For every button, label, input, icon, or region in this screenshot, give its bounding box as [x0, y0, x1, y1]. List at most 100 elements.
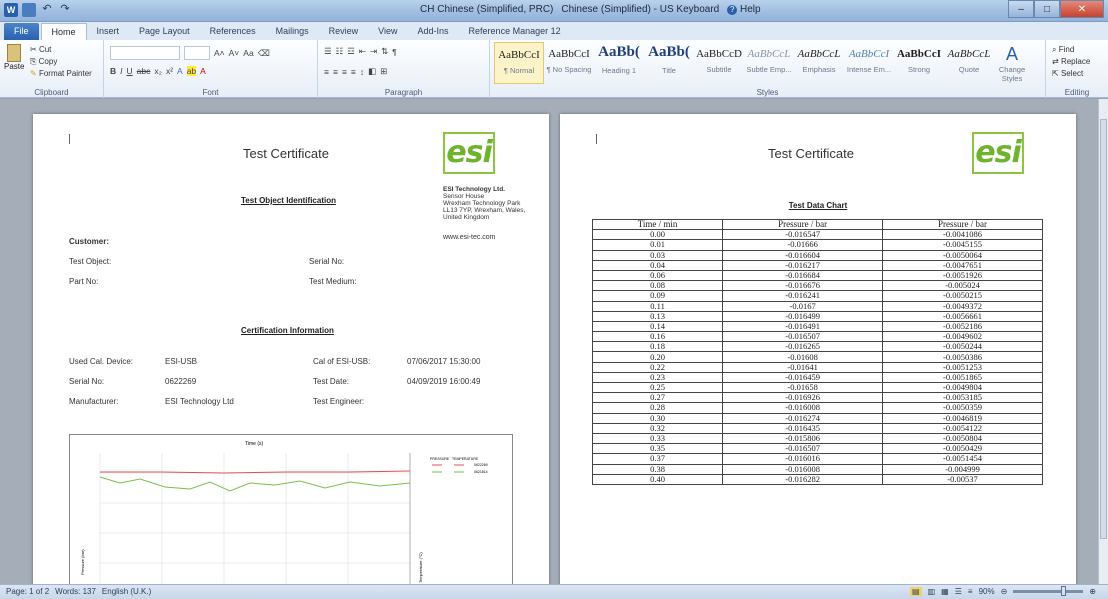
- font-color-icon[interactable]: A: [200, 66, 206, 76]
- underline-icon[interactable]: U: [127, 66, 133, 76]
- tab-add-ins[interactable]: Add-Ins: [408, 23, 459, 40]
- word-app-icon[interactable]: W: [4, 3, 18, 17]
- draft-icon[interactable]: ≡: [968, 587, 973, 596]
- sort-icon[interactable]: ⇅: [381, 46, 388, 57]
- paste-button[interactable]: Paste: [4, 44, 24, 78]
- superscript-icon[interactable]: x²: [166, 66, 173, 76]
- increase-indent-icon[interactable]: ⇥: [370, 46, 377, 57]
- align-right-icon[interactable]: ≡: [342, 67, 347, 77]
- shading-icon[interactable]: ◧: [368, 66, 376, 77]
- style-emphasis[interactable]: AaBbCcL Emphasis: [794, 42, 844, 84]
- table-cell: 0.13: [591, 310, 724, 322]
- tab-insert[interactable]: Insert: [87, 23, 130, 40]
- strikethrough-icon[interactable]: abc: [137, 66, 151, 76]
- tab-reference-manager[interactable]: Reference Manager 12: [459, 23, 571, 40]
- style-intense-emphasis[interactable]: AaBbCcI Intense Em...: [844, 42, 894, 84]
- save-icon[interactable]: [22, 3, 36, 17]
- document-area[interactable]: Test Certificate esi ESI Technology Ltd.…: [0, 99, 1098, 584]
- manufacturer-label: Manufacturer:: [69, 397, 119, 406]
- zoom-slider-knob[interactable]: [1061, 586, 1067, 596]
- format-painter-button[interactable]: ✎ Format Painter: [30, 68, 92, 80]
- minimize-button[interactable]: –: [1008, 0, 1034, 18]
- tab-file[interactable]: File: [4, 23, 39, 40]
- page-count[interactable]: Page: 1 of 2: [6, 587, 49, 596]
- brush-icon: ✎: [30, 69, 37, 78]
- style-heading-1[interactable]: AaBb(Heading 1: [594, 42, 644, 84]
- series-line-0621814: [99, 476, 411, 492]
- align-center-icon[interactable]: ≡: [333, 67, 338, 77]
- bullets-icon[interactable]: ☰: [324, 46, 332, 57]
- ime-language[interactable]: CH Chinese (Simplified, PRC): [420, 4, 553, 15]
- decrease-indent-icon[interactable]: ⇤: [359, 46, 366, 57]
- style-subtitle[interactable]: AaBbCcD Subtitle: [694, 42, 744, 84]
- table-cell: -0.0045155: [882, 239, 1043, 251]
- ime-keyboard[interactable]: Chinese (Simplified) - US Keyboard: [561, 4, 719, 15]
- change-case-icon[interactable]: Aa: [243, 48, 253, 58]
- close-button[interactable]: ✕: [1060, 0, 1104, 18]
- align-left-icon[interactable]: ≡: [324, 67, 329, 77]
- tab-references[interactable]: References: [200, 23, 266, 40]
- font-name-combo[interactable]: [110, 46, 180, 60]
- line-spacing-icon[interactable]: ↕: [360, 67, 364, 77]
- tab-home[interactable]: Home: [40, 23, 87, 40]
- tab-page-layout[interactable]: Page Layout: [129, 23, 200, 40]
- grow-font-icon[interactable]: A˄: [214, 48, 225, 58]
- replace-button[interactable]: ⇄ Replace: [1052, 56, 1090, 68]
- page-1[interactable]: Test Certificate esi ESI Technology Ltd.…: [33, 114, 549, 584]
- zoom-level[interactable]: 90%: [979, 587, 995, 596]
- font-size-combo[interactable]: [184, 46, 210, 60]
- cut-button[interactable]: ✂ Cut: [30, 44, 92, 56]
- find-button[interactable]: ⌕ Find: [1052, 44, 1090, 56]
- numbering-icon[interactable]: ☷: [336, 46, 344, 57]
- outline-icon[interactable]: ☰: [955, 587, 962, 596]
- multilevel-icon[interactable]: ☲: [347, 46, 355, 57]
- italic-icon[interactable]: I: [120, 66, 122, 76]
- style-no-spacing[interactable]: AaBbCcI ¶ No Spacing: [544, 42, 594, 84]
- pilcrow-icon[interactable]: ¶: [392, 47, 397, 57]
- bold-icon[interactable]: B: [110, 66, 116, 76]
- vertical-scrollbar[interactable]: [1098, 99, 1108, 584]
- maximize-button[interactable]: □: [1034, 0, 1060, 18]
- style-title[interactable]: AaBb(Title: [644, 42, 694, 84]
- table-cell: -0.0054122: [882, 422, 1043, 434]
- print-layout-icon[interactable]: ▤: [910, 587, 922, 596]
- style-quote[interactable]: AaBbCcL Quote: [944, 42, 994, 84]
- table-cell: -0.0050804: [882, 432, 1043, 445]
- certificate-title: Test Certificate: [243, 146, 329, 161]
- table-row: 0.11 -0.0167 -0.0049372: [591, 300, 1043, 312]
- help-button[interactable]: ? Help: [727, 4, 761, 15]
- change-styles-button[interactable]: A Change Styles: [994, 42, 1030, 84]
- undo-icon[interactable]: ↶: [40, 3, 54, 17]
- style-strong[interactable]: AaBbCcI Strong: [894, 42, 944, 84]
- style-sample: AaBbCcL: [947, 48, 991, 60]
- full-screen-icon[interactable]: ▥: [928, 587, 936, 596]
- table-row: 0.20 -0.01608 -0.0050386: [591, 351, 1043, 363]
- word-count[interactable]: Words: 137: [55, 587, 96, 596]
- text-effects-icon[interactable]: A: [177, 66, 183, 76]
- scrollbar-thumb[interactable]: [1100, 119, 1107, 539]
- style-normal[interactable]: AaBbCcI ¶ Normal: [494, 42, 544, 84]
- style-subtle-emphasis[interactable]: AaBbCcL Subtle Emp...: [744, 42, 794, 84]
- tab-view[interactable]: View: [368, 23, 407, 40]
- scissors-icon: ✂: [30, 45, 37, 54]
- clear-format-icon[interactable]: ⌫: [258, 48, 270, 59]
- borders-icon[interactable]: ⊞: [380, 66, 387, 77]
- table-cell: -0.0050429: [882, 443, 1043, 455]
- zoom-slider[interactable]: [1013, 586, 1084, 596]
- zoom-in-icon[interactable]: ⊕: [1089, 587, 1096, 596]
- highlight-icon[interactable]: ab: [186, 66, 197, 76]
- zoom-out-icon[interactable]: ⊖: [1001, 587, 1008, 596]
- subscript-icon[interactable]: x₂: [154, 66, 162, 76]
- style-name: ¶ Normal: [503, 66, 535, 75]
- shrink-font-icon[interactable]: A˅: [229, 48, 240, 58]
- tab-mailings[interactable]: Mailings: [266, 23, 319, 40]
- redo-icon[interactable]: ↷: [58, 3, 72, 17]
- language-indicator[interactable]: English (U.K.): [102, 587, 151, 596]
- web-layout-icon[interactable]: ▦: [941, 587, 949, 596]
- page-2[interactable]: Test Certificate esi Test Data Chart Tim…: [560, 114, 1076, 584]
- select-button[interactable]: ⇱ Select: [1052, 68, 1090, 80]
- tab-review[interactable]: Review: [319, 23, 369, 40]
- style-name: Strong: [907, 65, 931, 74]
- justify-icon[interactable]: ≡: [351, 67, 356, 77]
- copy-button[interactable]: ⎘ Copy: [30, 56, 92, 68]
